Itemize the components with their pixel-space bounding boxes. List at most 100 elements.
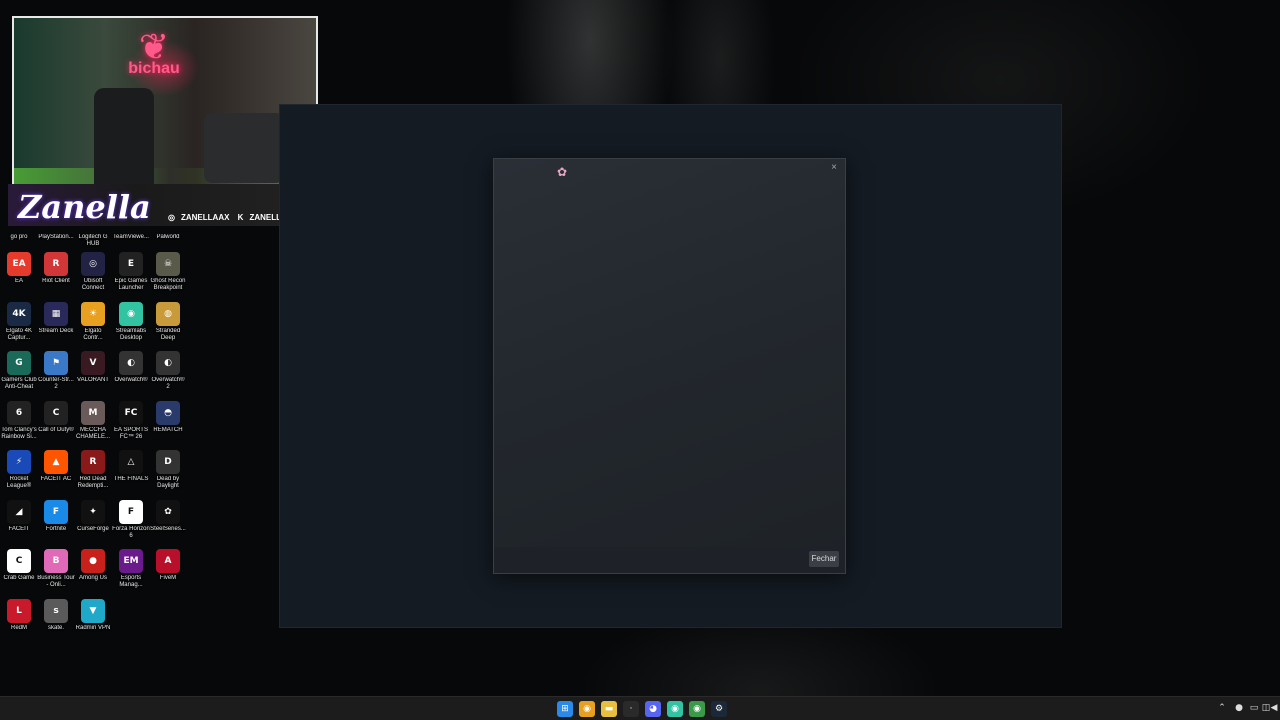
streamdeck-icon: ▦	[44, 301, 68, 326]
cs2-icon: ⚑	[44, 351, 68, 375]
file-explorer-icon[interactable]: ▬	[601, 701, 617, 717]
desktop-shortcut[interactable]: C Crab Game	[0, 549, 38, 582]
desktop-shortcut-label: FiveM	[159, 575, 177, 581]
discord-icon[interactable]: ◕	[645, 701, 661, 717]
meccha-icon: M	[81, 400, 105, 425]
desktop-shortcut[interactable]: ▲ FACEIT AC	[37, 450, 75, 483]
desktop-shortcut-label: EA	[14, 278, 23, 284]
desktop-shortcut-label: TeamViewe...	[113, 234, 149, 240]
desktop-shortcut-label: Rocket League®	[6, 476, 32, 489]
gamersclub-icon: G	[7, 351, 31, 375]
desktop-shortcut-label: Epic Games Launcher	[114, 278, 148, 291]
desktop-shortcut[interactable]: ☠ Ghost Recon Breakpoint	[149, 252, 187, 292]
monitor-icon[interactable]: ▭	[1248, 702, 1260, 714]
steelseries-icon: ✿	[156, 499, 180, 524]
desktop-shortcut[interactable]: EA EA	[0, 252, 38, 285]
chrome-icon[interactable]: ◉	[579, 701, 595, 717]
mouse-cursor-icon: ✿	[557, 165, 568, 179]
desktop-shortcut-label: Forza Horizon 6	[112, 525, 150, 539]
desktop-shortcut[interactable]: ▦ Stream Deck	[37, 301, 75, 335]
desktop-shortcut[interactable]: ▼ Radmin VPN	[74, 598, 112, 632]
desktop-shortcut-label: THE FINALS	[113, 476, 149, 482]
desktop-shortcut-label: Among Us	[78, 575, 107, 581]
desktop-shortcut-label: Streamlabs Desktop	[115, 327, 147, 341]
desktop-shortcut[interactable]: ◎ Ubisoft Connect	[74, 252, 112, 292]
instagram-handle: ZANELLAAX	[180, 213, 230, 222]
gaming-chair-2	[204, 113, 284, 183]
desktop-shortcut-label: Fortnite	[45, 525, 67, 532]
desktop-shortcut[interactable]: FC EA SPORTS FC™ 26	[112, 400, 150, 441]
business-tour-icon: B	[44, 549, 68, 573]
desktop-shortcut[interactable]: 6 Tom Clancy's Rainbow Si...	[0, 400, 38, 441]
desktop-shortcut-label: Radmin VPN	[75, 624, 111, 631]
desktop-shortcut[interactable]: ⚑ Counter-Str... 2	[37, 351, 75, 391]
dialog: × Fechar	[493, 158, 846, 574]
desktop-shortcut[interactable]: ✿ SteelSeries...	[149, 499, 187, 533]
desktop-shortcut-label: Dead by Daylight	[156, 476, 180, 489]
desktop-shortcut[interactable]: ◉ Streamlabs Desktop	[112, 301, 150, 342]
webcam-overlay: ❦ bichau Zanella ◎ ZANELLAAX K ZANELLAOFC	[8, 14, 318, 226]
desktop-shortcut-label: Ghost Recon Breakpoint	[150, 278, 186, 291]
esports-manager-icon: EM	[119, 549, 143, 573]
desktop-shortcut[interactable]: ◢ FACEIT	[0, 499, 38, 533]
easports-icon: FC	[119, 400, 143, 425]
desktop-shortcut[interactable]: R Red Dead Redempti...	[74, 450, 112, 490]
desktop-shortcut[interactable]: L RedM	[0, 598, 38, 632]
desktop-shortcut-label: Palworld	[156, 234, 180, 240]
fortnite-icon: F	[44, 499, 68, 524]
desktop-shortcut[interactable]: A FiveM	[149, 549, 187, 582]
desktop-shortcut-label: Call of Duty®	[38, 426, 74, 433]
neon-sign: ❦ bichau	[114, 26, 194, 96]
desktop-shortcut[interactable]: ◐ Overwatch® 2	[149, 351, 187, 391]
chevron-up-icon[interactable]: ⌃	[1216, 702, 1228, 714]
desktop-shortcut[interactable]: ☀ Elgato Contr...	[74, 301, 112, 342]
desktop-shortcut[interactable]: C Call of Duty®	[37, 400, 75, 434]
windows-start-icon[interactable]: ⊞	[557, 701, 573, 717]
desktop-shortcut[interactable]: EM Esports Manag...	[112, 549, 150, 589]
desktop-shortcut-label: Elgato Contr...	[83, 327, 103, 341]
desktop-shortcut[interactable]: B Business Tour - Onli...	[37, 549, 75, 589]
desktop-shortcut-label: Esports Manag...	[119, 575, 143, 588]
ghost-recon-icon: ☠	[156, 252, 180, 276]
chrome-2-icon[interactable]: ◉	[689, 701, 705, 717]
desktop-shortcut[interactable]: G Gamers Club Anti-Cheat	[0, 351, 38, 391]
stranded-deep-icon: ◍	[156, 301, 180, 326]
mic-icon[interactable]: ●	[1233, 702, 1245, 714]
kick-icon: K	[237, 213, 244, 222]
desktop-shortcut[interactable]: F Forza Horizon 6	[112, 499, 150, 540]
among-us-icon: ●	[81, 549, 105, 573]
desktop-shortcut-label: go pro	[10, 234, 28, 240]
desktop-shortcut[interactable]: s skate.	[37, 598, 75, 632]
desktop-shortcut[interactable]: V VALORANT	[74, 351, 112, 384]
desktop-shortcut[interactable]: M MECCHA CHAMELE...	[74, 400, 112, 441]
redm-icon: L	[7, 598, 31, 623]
desktop-shortcut-label: Counter-Str... 2	[38, 377, 74, 390]
desktop-shortcut[interactable]: E Epic Games Launcher	[112, 252, 150, 292]
desktop-shortcut[interactable]: ● Among Us	[74, 549, 112, 582]
close-icon[interactable]: ×	[827, 161, 841, 175]
elgato-control-icon: ☀	[81, 301, 105, 326]
desktop-shortcut[interactable]: D Dead by Daylight	[149, 450, 187, 490]
app-icon[interactable]: ·	[623, 701, 639, 717]
desktop-shortcut[interactable]: ◐ Overwatch®	[112, 351, 150, 384]
steam-icon[interactable]: ⚙	[711, 701, 727, 717]
desktop-shortcut[interactable]: ⚡ Rocket League®	[0, 450, 38, 490]
dialog-content	[494, 177, 845, 547]
desktop-shortcut[interactable]: 4K Elgato 4K Captur...	[0, 301, 38, 342]
desktop-shortcut-label: FACEIT AC	[40, 476, 72, 482]
desktop-shortcut[interactable]: R Riot Client	[37, 252, 75, 285]
overwatch-icon: ◐	[119, 351, 143, 375]
curseforge-icon: ✦	[81, 499, 105, 524]
desktop-shortcut-label: skate.	[47, 624, 64, 631]
desktop-shortcut[interactable]: ◍ Stranded Deep	[149, 301, 187, 342]
gaming-chair	[94, 88, 154, 184]
desktop-shortcut-label: CurseForge	[77, 525, 109, 532]
streamlabs-taskbar-icon[interactable]: ◉	[667, 701, 683, 717]
desktop-shortcut[interactable]: ◓ REMATCH	[149, 400, 187, 434]
desktop-shortcut[interactable]: F Fortnite	[37, 499, 75, 533]
desktop-shortcut[interactable]: ✦ CurseForge	[74, 499, 112, 533]
desktop-shortcut[interactable]: △ THE FINALS	[112, 450, 150, 483]
volume-icon[interactable]: ◀	[1268, 702, 1280, 714]
desktop-shortcut-label: Riot Client	[42, 278, 70, 284]
close-button[interactable]: Fechar	[809, 551, 839, 567]
